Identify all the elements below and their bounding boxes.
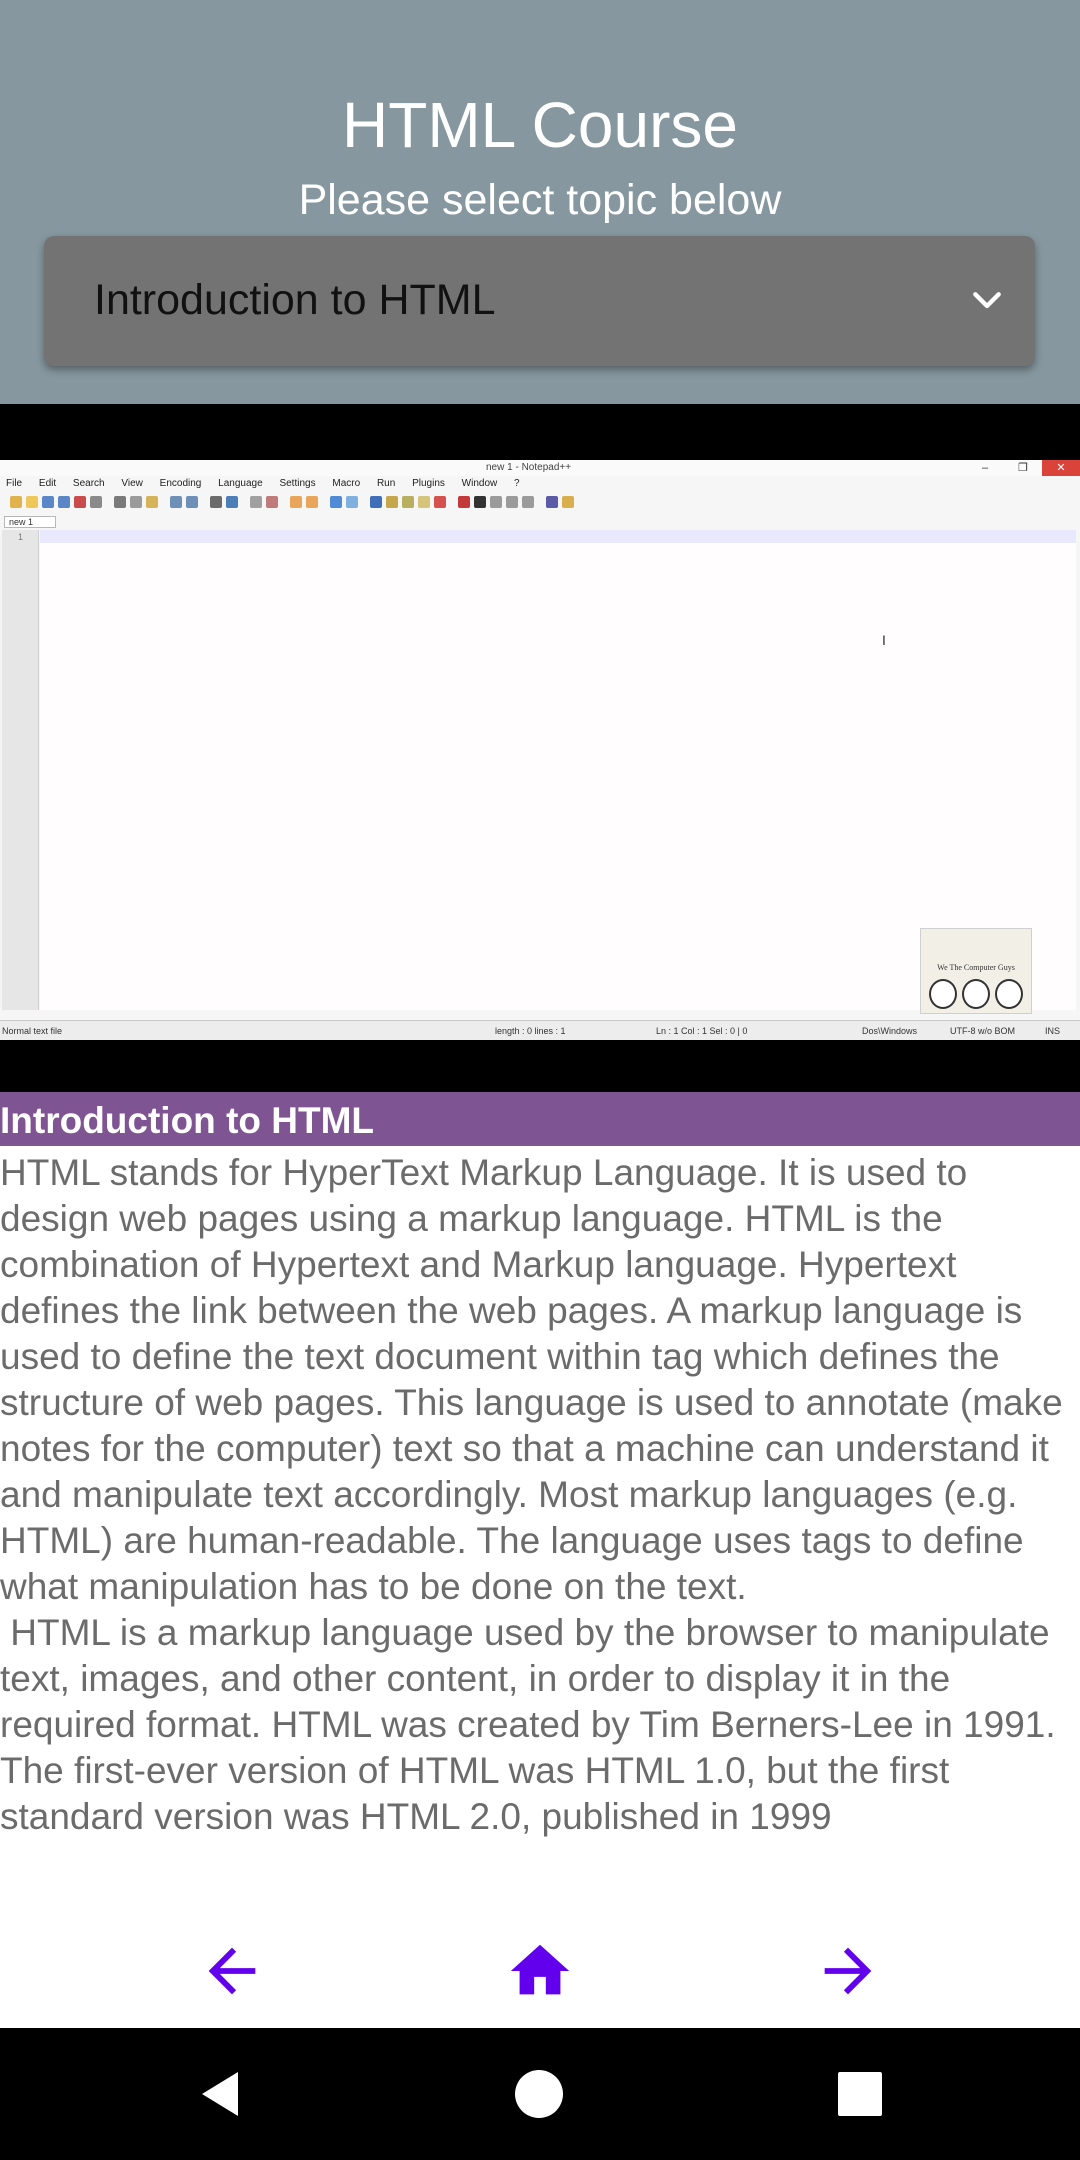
chevron-down-icon: [973, 292, 1001, 309]
status-file-type: Normal text file: [2, 1026, 63, 1036]
restore-icon: ❐: [1018, 462, 1028, 474]
toolbar-icon: [522, 496, 534, 508]
cartoon-face-icon: [929, 979, 957, 1009]
cartoon-face-icon: [995, 979, 1023, 1009]
toolbar-icon: [434, 496, 446, 508]
toolbar-icon: [386, 496, 398, 508]
section-title: Introduction to HTML: [0, 1100, 375, 1141]
toolbar-icon: [146, 496, 158, 508]
toolbar-icon: [58, 496, 70, 508]
system-navigation-bar: [0, 2028, 1080, 2160]
recents-icon[interactable]: [830, 2064, 890, 2124]
toolbar-icon: [170, 496, 182, 508]
topic-body-text: HTML stands for HyperText Markup Languag…: [0, 1152, 1063, 1837]
text-cursor-icon: I: [882, 632, 886, 648]
toolbar-icon: [114, 496, 126, 508]
toolbar-icon: [250, 496, 262, 508]
toolbar-icon: [42, 496, 54, 508]
arrow-forward-icon[interactable]: [813, 1936, 883, 2006]
toolbar-icon: [330, 496, 342, 508]
toolbar-icon: [402, 496, 414, 508]
back-icon[interactable]: [190, 2064, 250, 2124]
notepad-statusbar: Normal text file length : 0 lines : 1 Ln…: [0, 1020, 1080, 1040]
section-header: Introduction to HTML: [0, 1092, 1080, 1146]
menu-item: ?: [514, 478, 520, 489]
toolbar-icon: [74, 496, 86, 508]
notepad-titlebar: new 1 - Notepad++ – ❐ ✕: [0, 460, 1080, 476]
bottom-navigation: [0, 1916, 1080, 2028]
toolbar-icon: [506, 496, 518, 508]
status-eol: Dos\Windows: [862, 1026, 918, 1036]
toolbar-icon: [370, 496, 382, 508]
menu-item: Plugins: [412, 478, 445, 489]
toolbar-icon: [458, 496, 470, 508]
home-icon[interactable]: [509, 2064, 569, 2124]
video-frame: new 1 - Notepad++ – ❐ ✕ File Edit Search…: [0, 460, 1080, 1040]
home-icon[interactable]: [505, 1936, 575, 2006]
app-header: HTML Course Please select topic below In…: [0, 0, 1080, 404]
toolbar-icon: [290, 496, 302, 508]
toolbar-icon: [474, 496, 486, 508]
notepad-menubar: File Edit Search View Encoding Language …: [6, 478, 534, 492]
toolbar-icon: [306, 496, 318, 508]
menu-item: Macro: [332, 478, 361, 489]
close-icon: ✕: [1042, 460, 1080, 476]
notepad-window-title: new 1 - Notepad++: [486, 462, 572, 473]
arrow-back-icon[interactable]: [197, 1936, 267, 2006]
logo-text: We The Computer Guys: [937, 963, 1015, 972]
menu-item: Window: [461, 478, 498, 489]
toolbar-icon: [226, 496, 238, 508]
menu-item: Language: [218, 478, 263, 489]
toolbar-icon: [346, 496, 358, 508]
menu-item: Run: [376, 478, 396, 489]
toolbar-icon: [418, 496, 430, 508]
menu-item: File: [6, 478, 23, 489]
toolbar-icon: [90, 496, 102, 508]
status-encoding: UTF-8 w/o BOM: [950, 1026, 1016, 1036]
channel-logo: We The Computer Guys: [920, 928, 1032, 1014]
toolbar-icon: [490, 496, 502, 508]
menu-item: Edit: [38, 478, 57, 489]
status-length: length : 0 lines : 1: [495, 1026, 566, 1036]
toolbar-icon: [266, 496, 278, 508]
topic-dropdown-value: Introduction to HTML: [94, 276, 496, 324]
notepad-toolbar: [10, 494, 620, 510]
menu-item: Search: [72, 478, 105, 489]
status-position: Ln : 1 Col : 1 Sel : 0 | 0: [656, 1026, 748, 1036]
toolbar-icon: [130, 496, 142, 508]
video-player[interactable]: new 1 - Notepad++ – ❐ ✕ File Edit Search…: [0, 404, 1080, 1092]
toolbar-icon: [546, 496, 558, 508]
page-subtitle: Please select topic below: [298, 176, 782, 224]
notepad-gutter: 1: [2, 530, 39, 1010]
current-line-highlight: [40, 530, 1076, 543]
toolbar-icon: [562, 496, 574, 508]
cartoon-face-icon: [962, 979, 990, 1009]
minimize-icon: –: [981, 462, 989, 474]
menu-item: Settings: [279, 478, 316, 489]
notepad-tab: new 1: [4, 516, 56, 528]
toolbar-icon: [210, 496, 222, 508]
toolbar-icon: [186, 496, 198, 508]
status-mode: INS: [1045, 1026, 1061, 1036]
page-title: HTML Course: [342, 89, 738, 161]
menu-item: Encoding: [159, 478, 202, 489]
toolbar-icon: [26, 496, 38, 508]
menu-item: View: [121, 478, 143, 489]
topic-content[interactable]: HTML stands for HyperText Markup Languag…: [0, 1150, 1080, 1916]
topic-dropdown[interactable]: Introduction to HTML: [44, 236, 1035, 366]
line-number: 1: [18, 532, 24, 542]
toolbar-icon: [10, 496, 22, 508]
